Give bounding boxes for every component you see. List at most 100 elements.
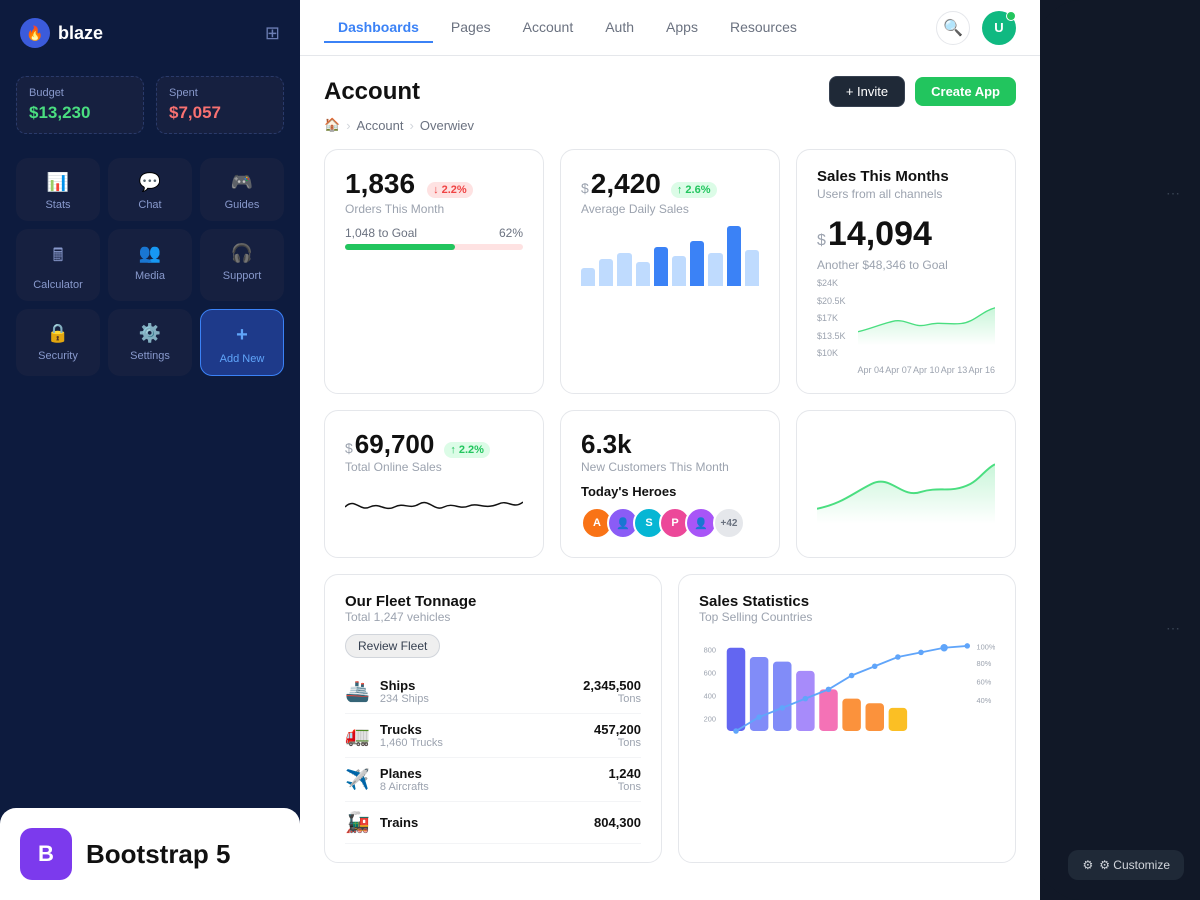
panel-curve — [1040, 0, 1200, 900]
customize-button[interactable]: ⚙ ⚙ Customize — [1068, 850, 1184, 880]
sales-month-card: Sales This Months Users from all channel… — [796, 149, 1016, 394]
guides-icon: 🎮 — [231, 172, 253, 193]
nav-dashboards[interactable]: Dashboards — [324, 13, 433, 43]
add-label: Add New — [220, 353, 265, 365]
bootstrap-icon: B — [20, 828, 72, 880]
sidebar-item-stats[interactable]: 📊 Stats — [16, 158, 100, 221]
sales-stats-card: Sales Statistics Top Selling Countries 8… — [678, 574, 1016, 863]
trains-icon: 🚂 — [345, 810, 370, 835]
planes-sub: 8 Aircrafts — [380, 781, 599, 793]
guides-label: Guides — [225, 199, 260, 211]
trucks-num: 457,200 — [594, 722, 641, 737]
sales-main-value: 14,094 — [828, 215, 932, 254]
hero-count: +42 — [713, 507, 745, 539]
y-label-13k: $13.5K — [817, 331, 846, 341]
top-nav-actions: 🔍 U — [936, 11, 1016, 45]
daily-sales-card: $ 2,420 ↑ 2.6% Average Daily Sales — [560, 149, 780, 394]
bar-9 — [727, 226, 741, 286]
daily-value: 2,420 — [591, 168, 661, 200]
bar-8 — [708, 253, 722, 286]
logo-icon: 🔥 — [20, 18, 50, 48]
customers-card: 6.3k New Customers This Month Today's He… — [560, 410, 780, 558]
mini-bar-chart — [581, 226, 759, 286]
daily-prefix: $ — [581, 180, 589, 196]
bar-7 — [690, 241, 704, 286]
y-label-24k: $24K — [817, 278, 846, 288]
create-app-button[interactable]: Create App — [915, 77, 1016, 106]
support-label: Support — [223, 270, 262, 282]
support-icon: 🎧 — [231, 243, 253, 264]
panel-icon-top: ⋯ — [1166, 185, 1180, 202]
nav-resources[interactable]: Resources — [716, 13, 811, 43]
bar-line-chart: 800 600 400 200 — [699, 634, 995, 754]
media-label: Media — [135, 270, 165, 282]
bar-3 — [617, 253, 631, 286]
sidebar-item-security[interactable]: 🔒 Security — [16, 309, 100, 376]
add-icon: + — [236, 324, 248, 347]
online-prefix: $ — [345, 440, 353, 456]
trains-num: 804,300 — [594, 815, 641, 830]
user-avatar[interactable]: U — [982, 11, 1016, 45]
settings-label: Settings — [130, 350, 170, 362]
trucks-name: Trucks — [380, 722, 584, 737]
logo: 🔥 blaze — [20, 18, 103, 48]
menu-icon[interactable]: ⊞ — [265, 23, 280, 44]
sidebar-item-add-new[interactable]: + Add New — [200, 309, 284, 376]
breadcrumb: 🏠 › Account › Overwiev — [324, 117, 1016, 133]
nav-auth[interactable]: Auth — [591, 13, 648, 43]
online-badge: ↑ 2.2% — [444, 442, 490, 458]
nav-apps[interactable]: Apps — [652, 13, 712, 43]
spent-amount: $7,057 — [169, 103, 271, 123]
heroes-section: Today's Heroes A 👤 S P 👤 +42 — [581, 484, 759, 539]
invite-button[interactable]: + Invite — [829, 76, 905, 107]
sales-title: Sales This Months — [817, 168, 995, 185]
sidebar-item-support[interactable]: 🎧 Support — [200, 229, 284, 301]
nav-pages[interactable]: Pages — [437, 13, 505, 43]
bar-6 — [672, 256, 686, 286]
stats-row-1: 1,836 ↓ 2.2% Orders This Month 1,048 to … — [324, 149, 1016, 394]
nav-links: Dashboards Pages Account Auth Apps Resou… — [324, 13, 811, 43]
sidebar-item-settings[interactable]: ⚙️ Settings — [108, 309, 192, 376]
sidebar-item-calculator[interactable]: 🖩 Calculator — [16, 229, 100, 301]
trucks-sub: 1,460 Trucks — [380, 737, 584, 749]
page-title: Account — [324, 78, 420, 106]
svg-text:200: 200 — [704, 715, 716, 724]
bottom-grid: Our Fleet Tonnage Total 1,247 vehicles R… — [324, 574, 1016, 863]
customers-value: 6.3k — [581, 429, 759, 460]
customize-label: ⚙ Customize — [1099, 858, 1170, 872]
svg-text:100%: 100% — [977, 643, 996, 652]
calculator-label: Calculator — [33, 279, 83, 291]
x-apr16: Apr 16 — [968, 365, 995, 375]
orders-label: Orders This Month — [345, 202, 523, 216]
ships-info: Ships 234 Ships — [380, 678, 573, 705]
orders-value: 1,836 — [345, 168, 415, 200]
daily-label: Average Daily Sales — [581, 202, 759, 216]
fleet-card: Our Fleet Tonnage Total 1,247 vehicles R… — [324, 574, 662, 863]
daily-badge: ↑ 2.6% — [671, 182, 717, 198]
y-label-10k: $10K — [817, 348, 846, 358]
nav-grid: 📊 Stats 💬 Chat 🎮 Guides 🖩 Calculator 👥 M… — [0, 150, 300, 384]
fleet-row-trucks: 🚛 Trucks 1,460 Trucks 457,200 Tons — [345, 714, 641, 758]
review-fleet-button[interactable]: Review Fleet — [345, 634, 440, 658]
sidebar-item-chat[interactable]: 💬 Chat — [108, 158, 192, 221]
security-icon: 🔒 — [47, 323, 69, 344]
budget-label: Budget — [29, 87, 131, 99]
heroes-title: Today's Heroes — [581, 484, 759, 499]
orders-card: 1,836 ↓ 2.2% Orders This Month 1,048 to … — [324, 149, 544, 394]
trucks-info: Trucks 1,460 Trucks — [380, 722, 584, 749]
orders-badge: ↓ 2.2% — [427, 182, 473, 198]
customize-icon: ⚙ — [1082, 858, 1093, 872]
progress-bar-fill — [345, 244, 455, 250]
sales-chart: $24K $20.5K $17K $13.5K $10K — [817, 278, 995, 375]
x-apr13: Apr 13 — [941, 365, 968, 375]
trains-name: Trains — [380, 815, 584, 830]
sales-subtitle: Users from all channels — [817, 187, 995, 201]
sidebar-item-guides[interactable]: 🎮 Guides — [200, 158, 284, 221]
search-button[interactable]: 🔍 — [936, 11, 970, 45]
online-indicator — [1006, 11, 1016, 21]
top-nav: Dashboards Pages Account Auth Apps Resou… — [300, 0, 1040, 56]
nav-account[interactable]: Account — [509, 13, 588, 43]
breadcrumb-account: Account — [357, 118, 404, 133]
sidebar-item-media[interactable]: 👥 Media — [108, 229, 192, 301]
svg-text:80%: 80% — [977, 659, 992, 668]
